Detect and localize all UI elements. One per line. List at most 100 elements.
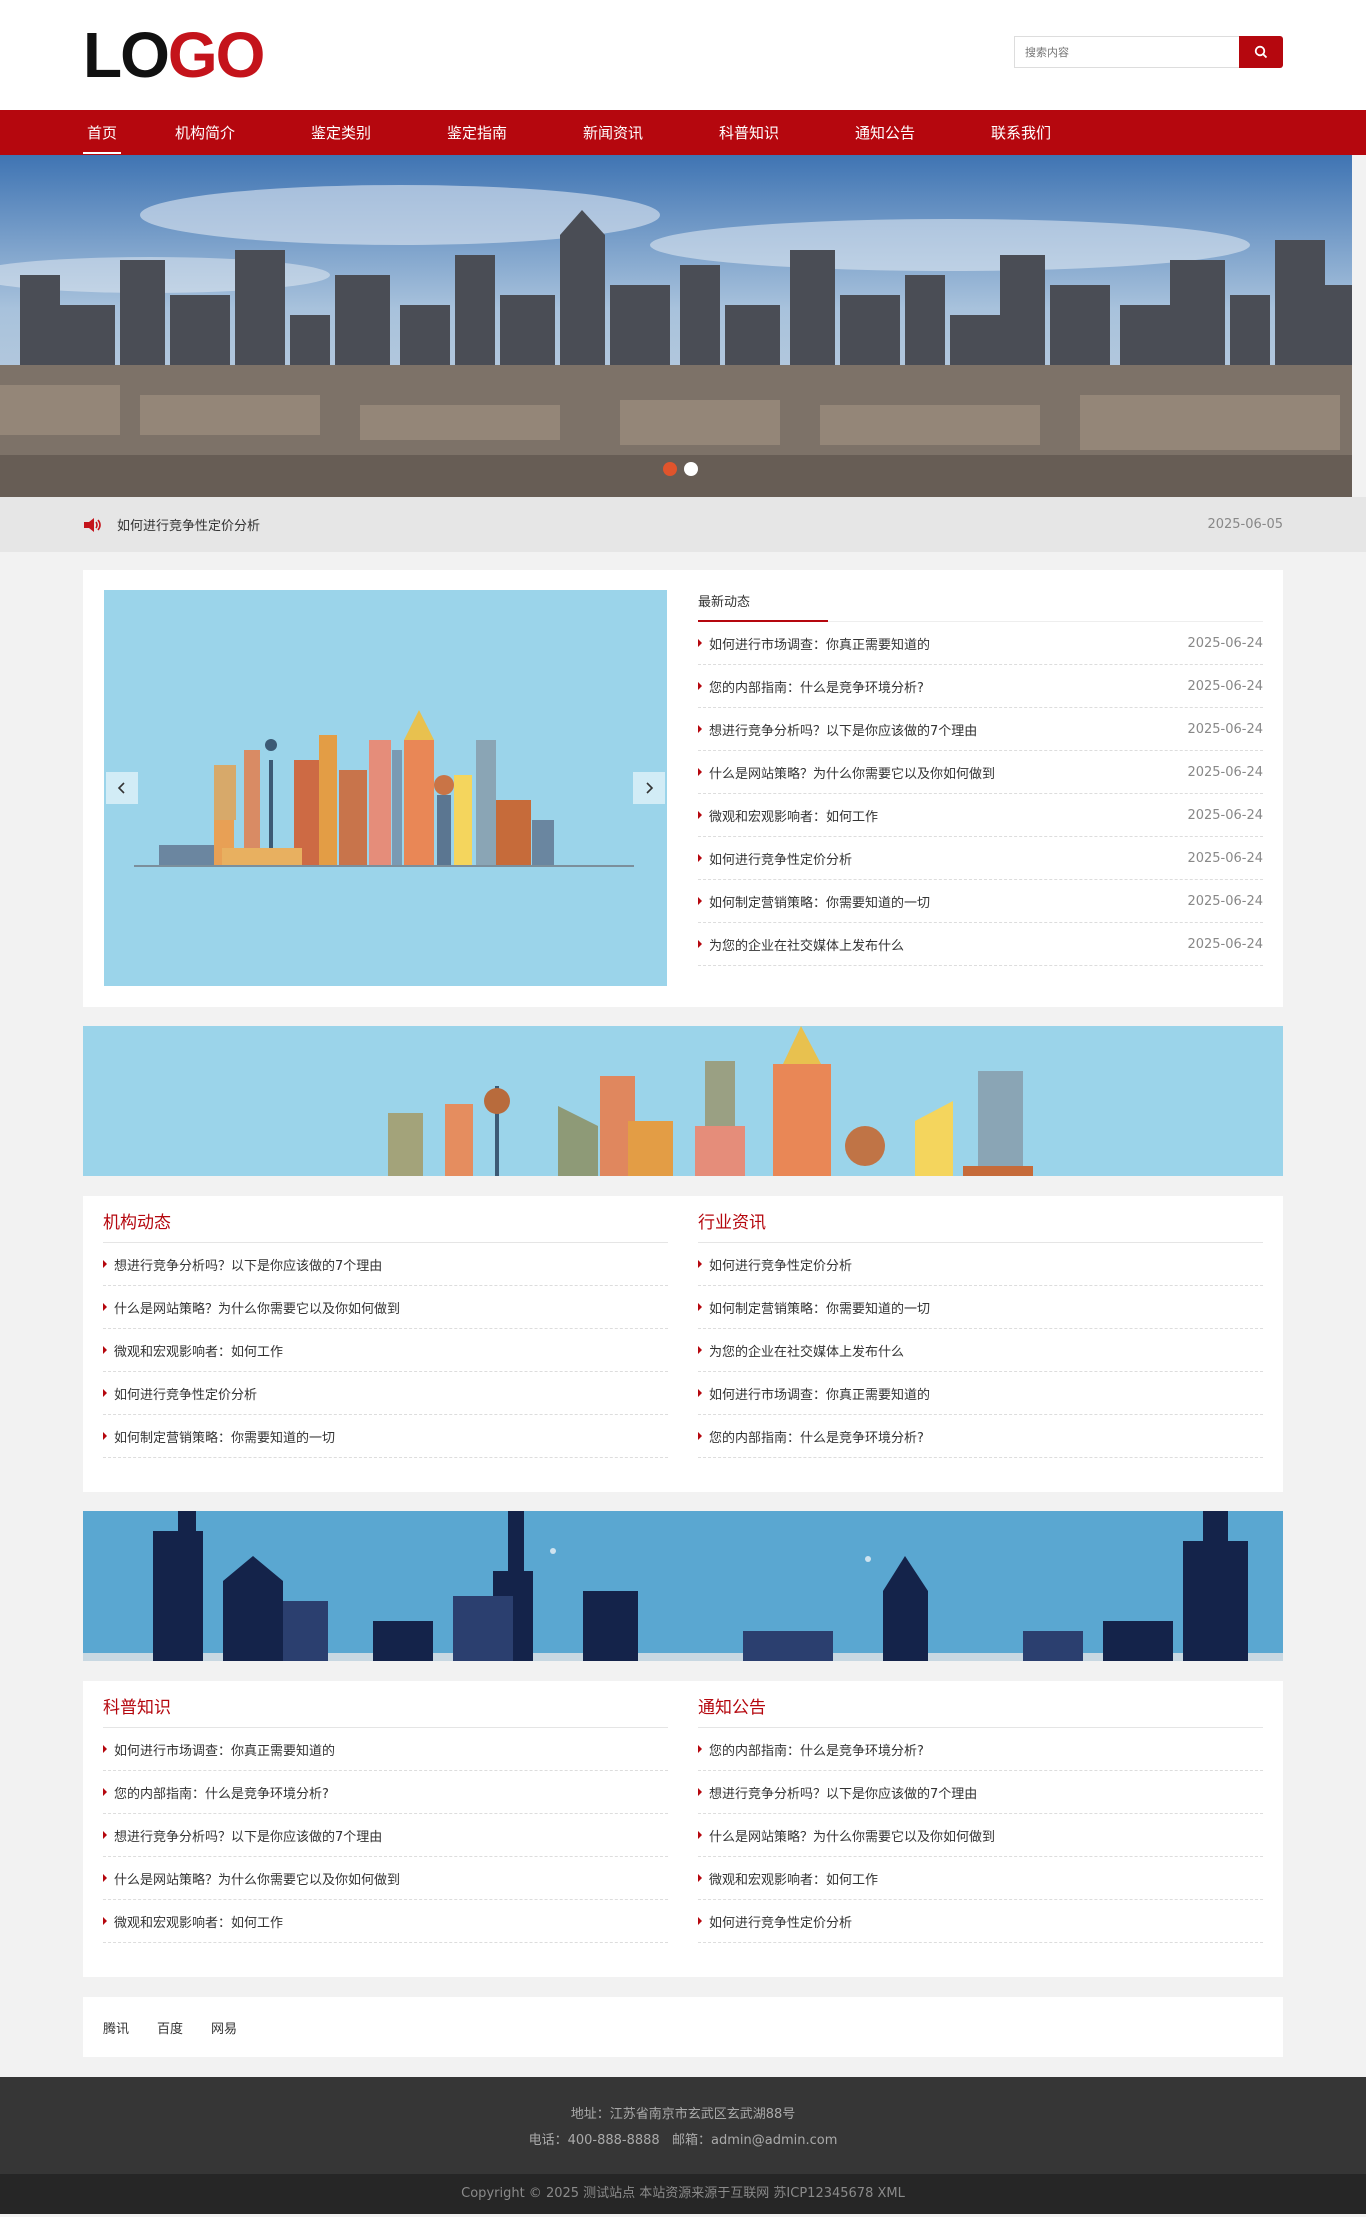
list-item[interactable]: 如何进行竞争性定价分析: [103, 1372, 668, 1415]
friend-link[interactable]: 腾讯: [103, 2018, 129, 2037]
latest-news-panel: 最新动态 如何进行市场调查：你真正需要知道的 2025-06-24 您的内部指南：…: [698, 590, 1263, 966]
nav-item-news[interactable]: 新闻资讯: [583, 110, 643, 155]
panel-title[interactable]: 科普知识: [103, 1681, 668, 1728]
list-item[interactable]: 如何进行市场调查：你真正需要知道的: [698, 1372, 1263, 1415]
friend-links: 腾讯 百度 网易: [83, 1997, 1283, 2057]
list-item[interactable]: 为您的企业在社交媒体上发布什么: [698, 1329, 1263, 1372]
list-item-title[interactable]: 想进行竞争分析吗？以下是你应该做的7个理由: [709, 1783, 1263, 1802]
search-input[interactable]: [1014, 36, 1239, 68]
list-item-title[interactable]: 您的内部指南：什么是竞争环境分析?: [709, 1427, 1263, 1446]
nav-item-categories[interactable]: 鉴定类别: [311, 110, 371, 155]
list-item[interactable]: 如何进行市场调查：你真正需要知道的: [103, 1728, 668, 1771]
list-item[interactable]: 如何制定营销策略：你需要知道的一切: [698, 1286, 1263, 1329]
list-item-title[interactable]: 什么是网站策略？为什么你需要它以及你如何做到: [114, 1298, 668, 1317]
panel-title[interactable]: 机构动态: [103, 1196, 668, 1243]
list-item[interactable]: 想进行竞争分析吗？以下是你应该做的7个理由: [103, 1814, 668, 1857]
list-item-title[interactable]: 您的内部指南：什么是竞争环境分析?: [114, 1783, 668, 1802]
list-item-title[interactable]: 为您的企业在社交媒体上发布什么: [709, 1341, 1263, 1360]
list-item[interactable]: 什么是网站策略？为什么你需要它以及你如何做到: [103, 1857, 668, 1900]
list-item-title[interactable]: 如何进行市场调查：你真正需要知道的: [709, 634, 1187, 653]
bullet-arrow-icon: [698, 1346, 702, 1354]
list-item-title[interactable]: 为您的企业在社交媒体上发布什么: [709, 935, 1187, 954]
list-item[interactable]: 如何制定营销策略：你需要知道的一切: [103, 1415, 668, 1458]
bullet-arrow-icon: [103, 1745, 107, 1753]
panel-title[interactable]: 行业资讯: [698, 1196, 1263, 1243]
list-item-title[interactable]: 如何进行市场调查：你真正需要知道的: [709, 1384, 1263, 1403]
list-item-title[interactable]: 如何制定营销策略：你需要知道的一切: [114, 1427, 668, 1446]
list-item[interactable]: 为您的企业在社交媒体上发布什么 2025-06-24: [698, 923, 1263, 966]
search-button[interactable]: [1239, 36, 1283, 68]
list-item[interactable]: 微观和宏观影响者：如何工作: [103, 1900, 668, 1943]
site-footer: 地址：江苏省南京市玄武区玄武湖88号 电话：400-888-8888 邮箱：ad…: [0, 2077, 1366, 2174]
industry-news-panel: 行业资讯 如何进行竞争性定价分析 如何制定营销策略：你需要知道的一切 为您的企业…: [698, 1196, 1263, 1458]
list-item-title[interactable]: 微观和宏观影响者：如何工作: [114, 1912, 668, 1931]
list-item-title[interactable]: 如何进行竞争性定价分析: [709, 1912, 1263, 1931]
list-item-title[interactable]: 如何制定营销策略：你需要知道的一切: [709, 1298, 1263, 1317]
list-item[interactable]: 如何进行市场调查：你真正需要知道的 2025-06-24: [698, 622, 1263, 665]
site-logo[interactable]: L O GO: [83, 19, 265, 91]
list-item[interactable]: 什么是网站策略？为什么你需要它以及你如何做到 2025-06-24: [698, 751, 1263, 794]
copyright-bar: Copyright © 2025 测试站点 本站资源来源于互联网 苏ICP123…: [0, 2174, 1366, 2214]
list-item-title[interactable]: 微观和宏观影响者：如何工作: [114, 1341, 668, 1360]
list-item-title[interactable]: 如何制定营销策略：你需要知道的一切: [709, 892, 1187, 911]
list-item-title[interactable]: 微观和宏观影响者：如何工作: [709, 806, 1187, 825]
list-item-title[interactable]: 想进行竞争分析吗？以下是你应该做的7个理由: [114, 1255, 668, 1274]
bullet-arrow-icon: [698, 897, 702, 905]
list-item[interactable]: 什么是网站策略？为什么你需要它以及你如何做到: [698, 1814, 1263, 1857]
list-item[interactable]: 如何进行竞争性定价分析: [698, 1243, 1263, 1286]
slider-next-button[interactable]: [633, 772, 665, 804]
list-item-title[interactable]: 什么是网站策略？为什么你需要它以及你如何做到: [114, 1869, 668, 1888]
list-item[interactable]: 如何进行竞争性定价分析 2025-06-24: [698, 837, 1263, 880]
list-item-title[interactable]: 如何进行竞争性定价分析: [709, 849, 1187, 868]
search-icon: [1254, 45, 1268, 59]
city-strip-illustration: [83, 1026, 1283, 1176]
nav-item-notices[interactable]: 通知公告: [855, 110, 915, 155]
nav-item-contact[interactable]: 联系我们: [991, 110, 1051, 155]
list-item[interactable]: 想进行竞争分析吗？以下是你应该做的7个理由: [698, 1771, 1263, 1814]
latest-section: 最新动态 如何进行市场调查：你真正需要知道的 2025-06-24 您的内部指南：…: [83, 570, 1283, 1007]
list-item[interactable]: 您的内部指南：什么是竞争环境分析? 2025-06-24: [698, 665, 1263, 708]
list-item[interactable]: 微观和宏观影响者：如何工作: [698, 1857, 1263, 1900]
panel-title[interactable]: 通知公告: [698, 1681, 1263, 1728]
list-item-title[interactable]: 如何进行市场调查：你真正需要知道的: [114, 1740, 668, 1759]
friend-link[interactable]: 百度: [157, 2018, 183, 2037]
list-item[interactable]: 您的内部指南：什么是竞争环境分析?: [698, 1728, 1263, 1771]
slider-prev-button[interactable]: [106, 772, 138, 804]
list-item-title[interactable]: 您的内部指南：什么是竞争环境分析?: [709, 677, 1187, 696]
list-item[interactable]: 如何进行竞争性定价分析: [698, 1900, 1263, 1943]
nav-item-home[interactable]: 首页: [83, 110, 121, 155]
list-item-date: 2025-06-24: [1187, 721, 1263, 737]
list-item[interactable]: 微观和宏观影响者：如何工作 2025-06-24: [698, 794, 1263, 837]
list-item[interactable]: 您的内部指南：什么是竞争环境分析?: [103, 1771, 668, 1814]
bullet-arrow-icon: [698, 1389, 702, 1397]
latest-news-list: 如何进行市场调查：你真正需要知道的 2025-06-24 您的内部指南：什么是竞争…: [698, 622, 1263, 966]
list-item-title[interactable]: 您的内部指南：什么是竞争环境分析?: [709, 1740, 1263, 1759]
list-item-title[interactable]: 如何进行竞争性定价分析: [709, 1255, 1263, 1274]
nav-item-guide[interactable]: 鉴定指南: [447, 110, 507, 155]
banner-dot-2[interactable]: [684, 462, 698, 476]
list-item[interactable]: 什么是网站策略？为什么你需要它以及你如何做到: [103, 1286, 668, 1329]
list-item-title[interactable]: 想进行竞争分析吗？以下是你应该做的7个理由: [709, 720, 1187, 739]
list-item-title[interactable]: 想进行竞争分析吗？以下是你应该做的7个理由: [114, 1826, 668, 1845]
footer-contact: 电话：400-888-8888 邮箱：admin@admin.com: [528, 2133, 838, 2148]
list-item-date: 2025-06-24: [1187, 764, 1263, 780]
bullet-arrow-icon: [698, 1831, 702, 1839]
notice-text[interactable]: 如何进行竞争性定价分析: [117, 515, 260, 534]
list-item-title[interactable]: 什么是网站策略？为什么你需要它以及你如何做到: [709, 1826, 1263, 1845]
banner-dot-1[interactable]: [663, 462, 677, 476]
speaker-icon: [84, 517, 101, 532]
list-item-title[interactable]: 如何进行竞争性定价分析: [114, 1384, 668, 1403]
list-item-title[interactable]: 微观和宏观影响者：如何工作: [709, 1869, 1263, 1888]
list-item[interactable]: 如何制定营销策略：你需要知道的一切 2025-06-24: [698, 880, 1263, 923]
friend-link[interactable]: 网易: [211, 2018, 237, 2037]
list-item[interactable]: 微观和宏观影响者：如何工作: [103, 1329, 668, 1372]
list-item-title[interactable]: 什么是网站策略？为什么你需要它以及你如何做到: [709, 763, 1187, 782]
bullet-arrow-icon: [698, 639, 702, 647]
list-item[interactable]: 想进行竞争分析吗？以下是你应该做的7个理由: [103, 1243, 668, 1286]
logo-part-2: O: [120, 19, 170, 91]
list-item[interactable]: 您的内部指南：什么是竞争环境分析?: [698, 1415, 1263, 1458]
nav-item-science[interactable]: 科普知识: [719, 110, 779, 155]
banner-pagination: [663, 462, 698, 476]
list-item[interactable]: 想进行竞争分析吗？以下是你应该做的7个理由 2025-06-24: [698, 708, 1263, 751]
nav-item-about[interactable]: 机构简介: [175, 110, 235, 155]
